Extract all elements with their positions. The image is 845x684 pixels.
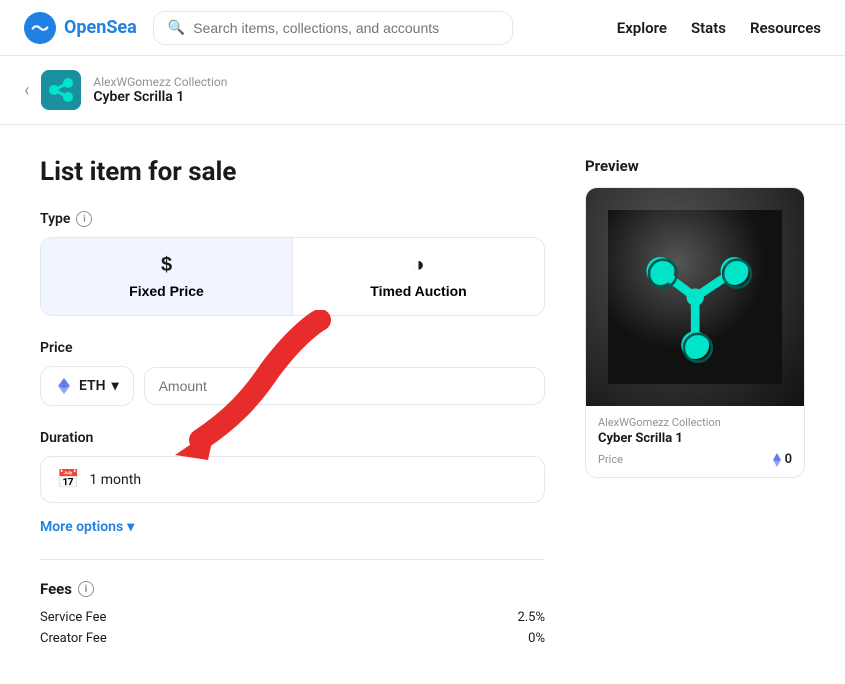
type-fixed-label: Fixed Price xyxy=(129,283,204,299)
preview-image xyxy=(586,188,804,406)
nft-thumbnail xyxy=(41,70,81,110)
main-content: List item for sale Type i $ Fixed Price … xyxy=(0,125,845,684)
fees-info-icon[interactable]: i xyxy=(78,581,94,597)
type-timed-label: Timed Auction xyxy=(370,283,466,299)
fee-row-creator: Creator Fee 0% xyxy=(40,631,545,646)
service-fee-value: 2.5% xyxy=(517,610,545,625)
price-amount: 0 xyxy=(785,452,792,467)
right-panel: Preview xyxy=(585,157,805,652)
preview-price-value: 0 xyxy=(772,452,792,467)
type-section-label: Type i xyxy=(40,211,545,227)
dollar-icon: $ xyxy=(161,254,172,277)
back-button[interactable]: ‹ xyxy=(24,80,29,101)
preview-price-label: Price xyxy=(598,453,623,466)
logo-icon: 〜 xyxy=(24,12,56,44)
breadcrumb-info: AlexWGomezz Collection Cyber Scrilla 1 xyxy=(93,75,227,105)
currency-selector[interactable]: ETH ▾ xyxy=(40,366,134,406)
creator-fee-label: Creator Fee xyxy=(40,631,107,646)
page-wrapper: 〜 OpenSea 🔍 Explore Stats Resources ‹ xyxy=(0,0,845,684)
preview-price-row: Price 0 xyxy=(598,452,792,467)
left-panel: List item for sale Type i $ Fixed Price … xyxy=(40,157,545,652)
preview-card: AlexWGomezz Collection Cyber Scrilla 1 P… xyxy=(585,187,805,478)
preview-info: AlexWGomezz Collection Cyber Scrilla 1 P… xyxy=(586,406,804,477)
more-options-toggle[interactable]: More options ▾ xyxy=(40,519,545,535)
logo[interactable]: 〜 OpenSea xyxy=(24,12,137,44)
more-options-label: More options xyxy=(40,519,123,535)
search-bar[interactable]: 🔍 xyxy=(153,11,513,45)
price-row: ETH ▾ xyxy=(40,366,545,406)
type-fixed-price[interactable]: $ Fixed Price xyxy=(41,238,292,315)
breadcrumb-bar: ‹ AlexWGomezz Collection Cyber Scrilla 1 xyxy=(0,56,845,125)
logo-text: OpenSea xyxy=(64,17,137,38)
divider xyxy=(40,559,545,560)
search-input[interactable] xyxy=(193,20,498,36)
amount-input[interactable] xyxy=(144,367,545,405)
fee-row-service: Service Fee 2.5% xyxy=(40,610,545,625)
nav-resources[interactable]: Resources xyxy=(750,19,821,37)
price-section-label: Price xyxy=(40,340,545,356)
fees-section: Fees i Service Fee 2.5% Creator Fee 0% xyxy=(40,580,545,646)
nav-links: Explore Stats Resources xyxy=(617,19,821,37)
more-options-chevron: ▾ xyxy=(127,519,134,535)
type-timed-auction[interactable]: ◑ Timed Auction xyxy=(293,238,544,315)
search-icon: 🔍 xyxy=(168,20,185,36)
service-fee-label: Service Fee xyxy=(40,610,106,625)
preview-nft-name: Cyber Scrilla 1 xyxy=(598,431,792,446)
eth-small-icon xyxy=(772,453,782,467)
breadcrumb-collection: AlexWGomezz Collection xyxy=(93,75,227,89)
duration-selector[interactable]: 📅 1 month xyxy=(40,456,545,503)
creator-fee-value: 0% xyxy=(528,631,545,646)
duration-value: 1 month xyxy=(89,472,141,488)
nav-stats[interactable]: Stats xyxy=(691,19,726,37)
calendar-icon: 📅 xyxy=(57,469,79,490)
duration-section-label: Duration xyxy=(40,430,545,446)
currency-chevron: ▾ xyxy=(112,378,119,394)
preview-label: Preview xyxy=(585,157,805,175)
nft-artwork xyxy=(608,210,782,384)
currency-label: ETH xyxy=(79,378,106,394)
type-selector: $ Fixed Price ◑ Timed Auction xyxy=(40,237,545,316)
type-info-icon[interactable]: i xyxy=(76,211,92,227)
breadcrumb-item-name: Cyber Scrilla 1 xyxy=(93,89,227,105)
nav-explore[interactable]: Explore xyxy=(617,19,667,37)
navbar: 〜 OpenSea 🔍 Explore Stats Resources xyxy=(0,0,845,56)
clock-icon: ◑ xyxy=(412,254,424,277)
preview-collection: AlexWGomezz Collection xyxy=(598,416,792,429)
fees-title: Fees i xyxy=(40,580,545,598)
page-title: List item for sale xyxy=(40,157,545,187)
eth-icon xyxy=(55,377,73,395)
